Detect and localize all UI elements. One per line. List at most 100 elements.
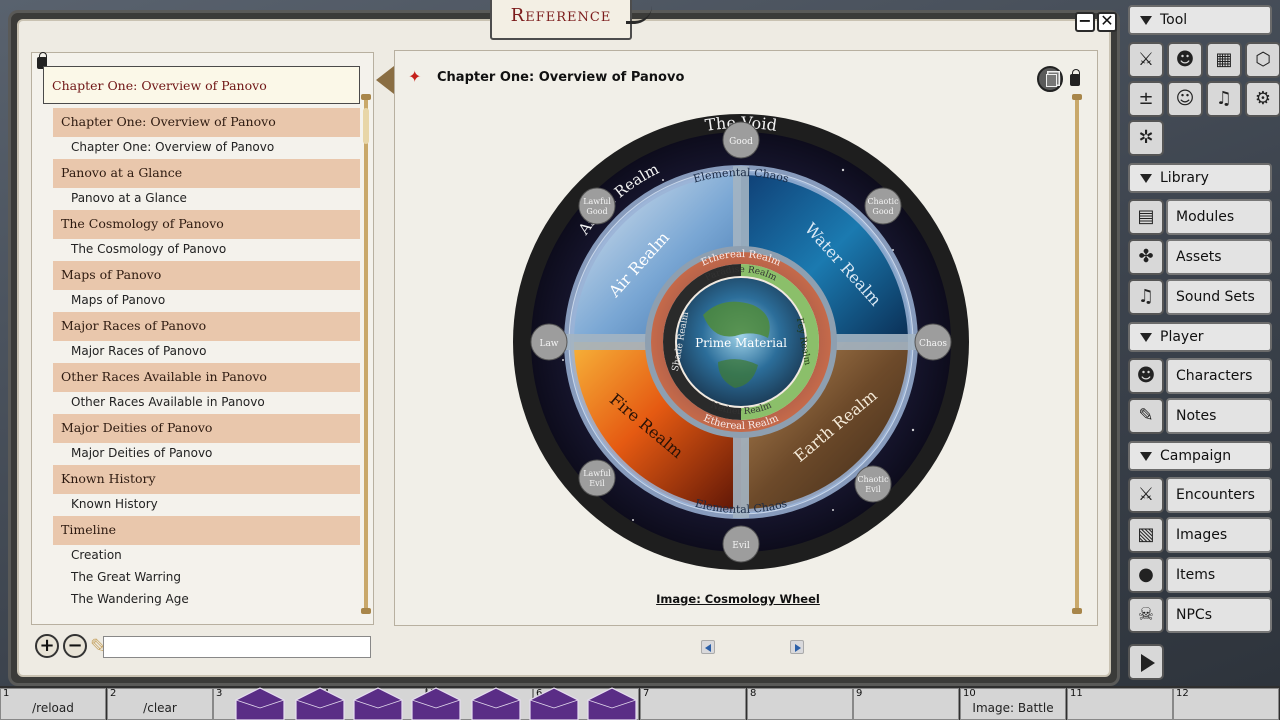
toc-entry-link[interactable]: Major Races of Panovo — [53, 341, 360, 363]
toc-entry-link[interactable]: The Wandering Age — [53, 589, 360, 611]
alignment-chaos-node: Chaos — [914, 323, 952, 361]
share-copy-button[interactable] — [1037, 66, 1063, 92]
svg-text:Good: Good — [729, 137, 753, 147]
music-note-icon[interactable]: ♫ — [1206, 81, 1242, 117]
toc-section-header[interactable]: Known History — [53, 465, 360, 494]
toc-section-header[interactable]: The Cosmology of Panovo — [53, 210, 360, 239]
crossed-swords-icon: ⚔ — [1128, 477, 1164, 513]
toc-entry-link[interactable]: Known History — [53, 494, 360, 516]
d20-icon[interactable]: ⬡ — [1245, 42, 1280, 78]
characters-icon: ☻ — [1128, 358, 1164, 394]
sidebar-header-player[interactable]: Player — [1128, 322, 1272, 352]
svg-text:Law: Law — [539, 339, 558, 349]
toc-group: The Cosmology of Panovo The Cosmology of … — [53, 210, 360, 261]
die-d6-icon[interactable] — [471, 687, 521, 720]
toc-entry-link[interactable]: Major Deities of Panovo — [53, 443, 360, 465]
lock-icon[interactable] — [1070, 69, 1080, 86]
toc-section-header[interactable]: Major Deities of Panovo — [53, 414, 360, 443]
svg-text:Evil: Evil — [732, 541, 750, 551]
sidebar-item-characters[interactable]: ☻ Characters — [1128, 358, 1272, 394]
dragon-link-icon[interactable]: ✦ — [408, 68, 428, 86]
toc-entry-link[interactable]: Maps of Panovo — [53, 290, 360, 312]
list-scrollbar[interactable] — [361, 94, 371, 614]
list-header[interactable]: Chapter One: Overview of Panovo — [43, 66, 360, 104]
alignment-evil-node: Evil — [722, 525, 760, 563]
die-d10-icon[interactable] — [353, 687, 403, 720]
notes-icon: ✎ — [1128, 398, 1164, 434]
svg-text:Chaotic: Chaotic — [867, 197, 899, 206]
prime-material-label: Prime Material — [695, 336, 787, 350]
edit-icon[interactable]: ✎ — [90, 633, 107, 659]
sidebar-item-images[interactable]: ▧ Images — [1128, 517, 1272, 553]
sidebar-header-library[interactable]: Library — [1128, 163, 1272, 193]
effects-icon[interactable]: ☺ — [1167, 81, 1203, 117]
toc-entry-link[interactable]: The Great Warring — [53, 567, 360, 589]
remove-button[interactable]: − — [63, 634, 87, 658]
svg-text:Chaotic: Chaotic — [857, 475, 889, 484]
sidebar-item-modules[interactable]: ▤ Modules — [1128, 199, 1272, 235]
page-title: Chapter One: Overview of Panovo — [437, 70, 685, 85]
sidebar-item-notes[interactable]: ✎ Notes — [1128, 398, 1272, 434]
party-icon[interactable]: ☻ — [1167, 42, 1203, 78]
toc-section-header[interactable]: Chapter One: Overview of Panovo — [53, 108, 360, 137]
alignment-law-node: Law — [530, 323, 568, 361]
svg-text:Good: Good — [586, 207, 607, 216]
toc-entry-link[interactable]: Chapter One: Overview of Panovo — [53, 137, 360, 159]
image-caption-link[interactable]: Image: Cosmology Wheel — [566, 592, 910, 606]
gear-icon[interactable]: ⚙ — [1245, 81, 1280, 117]
svg-text:Lawful: Lawful — [583, 469, 611, 478]
toc-entry-link[interactable]: The Builder's Age — [53, 611, 360, 614]
alignment-chaotic-evil-node: Chaotic Evil — [854, 465, 892, 503]
toc-entry-link[interactable]: Creation — [53, 545, 360, 567]
crossed-swords-icon[interactable]: ⚔ — [1128, 42, 1164, 78]
window-title: Reference — [510, 5, 612, 26]
die-d12-icon[interactable] — [295, 687, 345, 720]
sidebar-header-tool[interactable]: Tool — [1128, 5, 1272, 35]
toc-group: Major Deities of Panovo Major Deities of … — [53, 414, 360, 465]
music-note-icon: ♫ — [1128, 279, 1164, 315]
content-scrollbar[interactable] — [1072, 94, 1082, 614]
toc-section-header[interactable]: Major Races of Panovo — [53, 312, 360, 341]
collapse-panel-icon[interactable] — [376, 66, 394, 94]
bag-icon: ● — [1128, 557, 1164, 593]
next-page-button[interactable] — [790, 640, 804, 654]
die-d8-icon[interactable] — [411, 687, 461, 720]
sidebar-item-sound-sets[interactable]: ♫ Sound Sets — [1128, 279, 1272, 315]
play-icon[interactable] — [1128, 644, 1164, 680]
sidebar-item-assets[interactable]: ✤ Assets — [1128, 239, 1272, 275]
sidebar-item-items[interactable]: ● Items — [1128, 557, 1272, 593]
die-d20-icon[interactable] — [235, 687, 285, 720]
cosmology-wheel-image[interactable]: The Void Astral Realm Elemental Chaos El… — [513, 100, 969, 584]
toc-group: Other Races Available in Panovo Other Rac… — [53, 363, 360, 414]
toc-entry-link[interactable]: The Cosmology of Panovo — [53, 239, 360, 261]
toc-section-header[interactable]: Timeline — [53, 516, 360, 545]
toc-group: Maps of Panovo Maps of Panovo — [53, 261, 360, 312]
toc-entry-link[interactable]: Other Races Available in Panovo — [53, 392, 360, 414]
sidebar: Tool ⚔ ☻ ▦ ⬡ ± ☺ ♫ ⚙ ✲ Library ▤ Modules… — [1124, 0, 1280, 686]
sidebar-item-npcs[interactable]: ☠ NPCs — [1128, 597, 1272, 633]
modifier-icon[interactable]: ± — [1128, 81, 1164, 117]
alignment-chaotic-good-node: Chaotic Good — [864, 187, 902, 225]
dice-tray — [235, 687, 637, 720]
svg-text:Chaos: Chaos — [919, 339, 947, 349]
sidebar-header-campaign[interactable]: Campaign — [1128, 441, 1272, 471]
close-button[interactable]: ✕ — [1097, 12, 1117, 32]
list-scrollbar-thumb[interactable] — [363, 108, 369, 144]
toc-section-header[interactable]: Other Races Available in Panovo — [53, 363, 360, 392]
sidebar-item-encounters[interactable]: ⚔ Encounters — [1128, 477, 1272, 513]
previous-page-button[interactable] — [701, 640, 715, 654]
minimize-button[interactable]: − — [1075, 12, 1095, 32]
add-button[interactable]: + — [35, 634, 59, 658]
toc-section-header[interactable]: Panovo at a Glance — [53, 159, 360, 188]
alignment-lawful-good-node: Lawful Good — [578, 187, 616, 225]
toc-section-header[interactable]: Maps of Panovo — [53, 261, 360, 290]
svg-text:Evil: Evil — [589, 479, 605, 488]
calendar-icon[interactable]: ▦ — [1206, 42, 1242, 78]
window-title-banner[interactable]: Reference — [490, 0, 652, 40]
die-d100-icon[interactable] — [587, 687, 637, 720]
filter-input[interactable] — [103, 636, 371, 658]
toc-entry-link[interactable]: Panovo at a Glance — [53, 188, 360, 210]
options-icon[interactable]: ✲ — [1128, 120, 1164, 156]
die-d4-icon[interactable] — [529, 687, 579, 720]
toc-group: Major Races of Panovo Major Races of Pano… — [53, 312, 360, 363]
